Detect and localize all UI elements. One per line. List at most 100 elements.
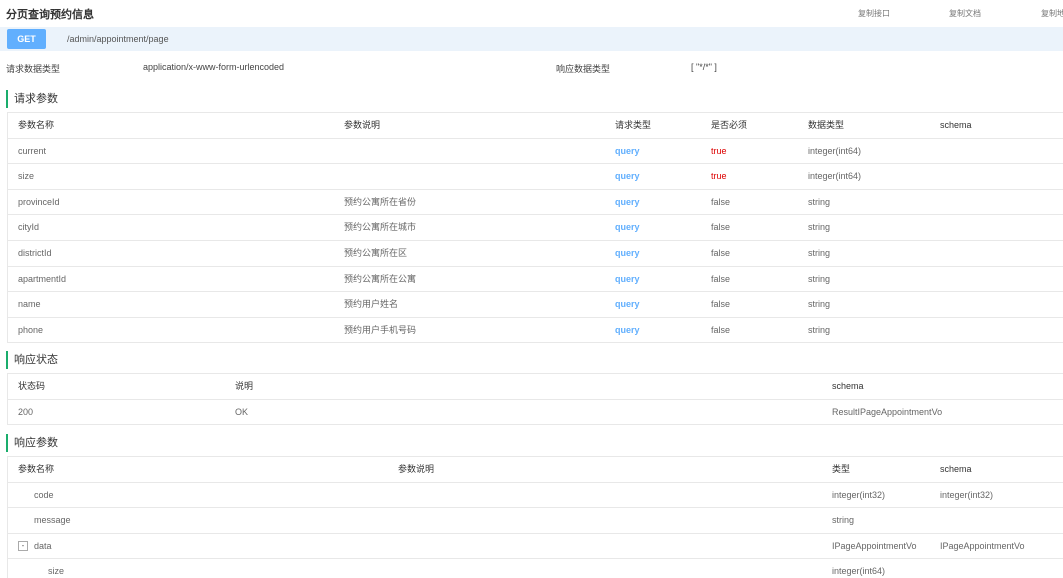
table-row: apartmentId 预约公寓所在公寓 query false string [8,267,1063,293]
request-type-label: 请求数据类型 [6,64,61,74]
param-name: current [18,145,47,156]
table-row: code integer(int32) integer(int32) [8,483,1063,509]
param-desc: 预约用户姓名 [344,299,399,310]
param-type: string [808,196,831,207]
table-row: districtId 预约公寓所在区 query false string [8,241,1063,267]
response-type-label: 响应数据类型 [556,64,611,74]
resp-param-name: data [34,540,52,551]
table-row: cityId 预约公寓所在城市 query false string [8,215,1063,241]
request-params-table: 参数名称 参数说明 请求类型 是否必须 数据类型 schema current … [7,112,1063,344]
param-type: string [808,299,831,310]
http-method-badge[interactable]: GET [7,29,46,49]
param-type: string [808,273,831,284]
status-schema: ResultIPageAppointmentVo [832,406,943,417]
resp-param-type: string [832,515,855,526]
resp-param-type: integer(int32) [832,489,886,500]
section-title-response-params: 响应参数 [6,434,1063,452]
copy-doc-button[interactable]: 复制文档 [949,8,981,19]
param-type: string [808,222,831,233]
response-params-table: 参数名称 参数说明 类型 schema code integer(int32) … [7,456,1063,578]
param-in: query [615,145,640,156]
resp-param-schema: integer(int32) [940,489,994,500]
resp-param-type: IPageAppointmentVo [832,540,917,551]
param-name: districtId [18,247,52,258]
param-desc: 预约公寓所在省份 [344,196,417,207]
param-type: string [808,324,831,335]
top-bar: 分页查询预约信息 复制接口 复制文档 复制地 [0,0,1063,26]
param-desc: 预约公寓所在城市 [344,222,417,233]
resp-param-name: message [34,515,71,526]
header-param-name: 参数名称 [18,120,55,130]
resp-param-schema: IPageAppointmentVo [940,540,1025,551]
table-row: size integer(int64) [8,559,1063,578]
header-param-type: 数据类型 [808,120,845,130]
param-name: apartmentId [18,273,67,284]
param-desc: 预约公寓所在区 [344,247,408,258]
param-name: phone [18,324,44,335]
table-header-row: 状态码 说明 schema [8,374,1063,400]
param-required: false [711,247,731,258]
table-row: phone 预约用户手机号码 query false string [8,318,1063,344]
param-name: name [18,299,41,310]
section-title-response-status: 响应状态 [6,351,1063,369]
param-name: size [18,171,35,182]
param-required: false [711,273,731,284]
status-desc: OK [235,406,249,417]
header-param-schema: schema [940,120,972,130]
status-code: 200 [18,406,34,417]
param-in: query [615,299,640,310]
table-header-row: 参数名称 参数说明 请求类型 是否必须 数据类型 schema [8,113,1063,139]
table-row: - data IPageAppointmentVo IPageAppointme… [8,534,1063,560]
response-type-value: [ "*/*" ] [691,62,717,72]
param-in: query [615,247,640,258]
table-row: message string [8,508,1063,534]
param-required: true [711,145,727,156]
section-title-request-params: 请求参数 [6,90,1063,108]
header-resp-name: 参数名称 [18,464,55,474]
param-name: provinceId [18,196,60,207]
table-row: provinceId 预约公寓所在省份 query false string [8,190,1063,216]
param-type: integer(int64) [808,145,862,156]
param-in: query [615,273,640,284]
param-required: false [711,299,731,310]
request-type-value: application/x-www-form-urlencoded [143,62,285,72]
param-in: query [615,324,640,335]
param-required: false [711,196,731,207]
table-row: size query true integer(int64) [8,164,1063,190]
api-doc-page: 分页查询预约信息 复制接口 复制文档 复制地 GET /admin/appoin… [0,0,1063,578]
param-required: false [711,222,731,233]
param-desc: 预约用户手机号码 [344,324,417,335]
param-desc: 预约公寓所在公寓 [344,273,417,284]
param-in: query [615,222,640,233]
header-status-schema: schema [832,381,864,391]
param-in: query [615,196,640,207]
page-title: 分页查询预约信息 [6,9,94,21]
table-row: 200 OK ResultIPageAppointmentVo [8,400,1063,426]
table-row: current query true integer(int64) [8,139,1063,165]
copy-api-button[interactable]: 复制接口 [858,8,890,19]
url-path: /admin/appointment/page [67,34,169,44]
header-status-desc: 说明 [235,381,254,391]
resp-param-name: code [34,489,54,500]
header-status-code: 状态码 [18,381,46,391]
resp-param-name: size [48,566,65,577]
header-resp-schema: schema [940,464,972,474]
copy-url-button[interactable]: 复制地 [1041,8,1063,19]
param-type: string [808,247,831,258]
url-bar: GET /admin/appointment/page [0,27,1063,51]
table-row: name 预约用户姓名 query false string [8,292,1063,318]
param-type: integer(int64) [808,171,862,182]
header-resp-type: 类型 [832,464,851,474]
table-header-row: 参数名称 参数说明 类型 schema [8,457,1063,483]
header-resp-desc: 参数说明 [398,464,435,474]
param-required: false [711,324,731,335]
header-param-in: 请求类型 [615,120,652,130]
header-param-required: 是否必须 [711,120,748,130]
param-required: true [711,171,727,182]
param-name: cityId [18,222,40,233]
param-in: query [615,171,640,182]
resp-param-type: integer(int64) [832,566,886,577]
response-status-table: 状态码 说明 schema 200 OK ResultIPageAppointm… [7,373,1063,426]
collapse-toggle-icon[interactable]: - [18,540,28,551]
header-param-desc: 参数说明 [344,120,381,130]
